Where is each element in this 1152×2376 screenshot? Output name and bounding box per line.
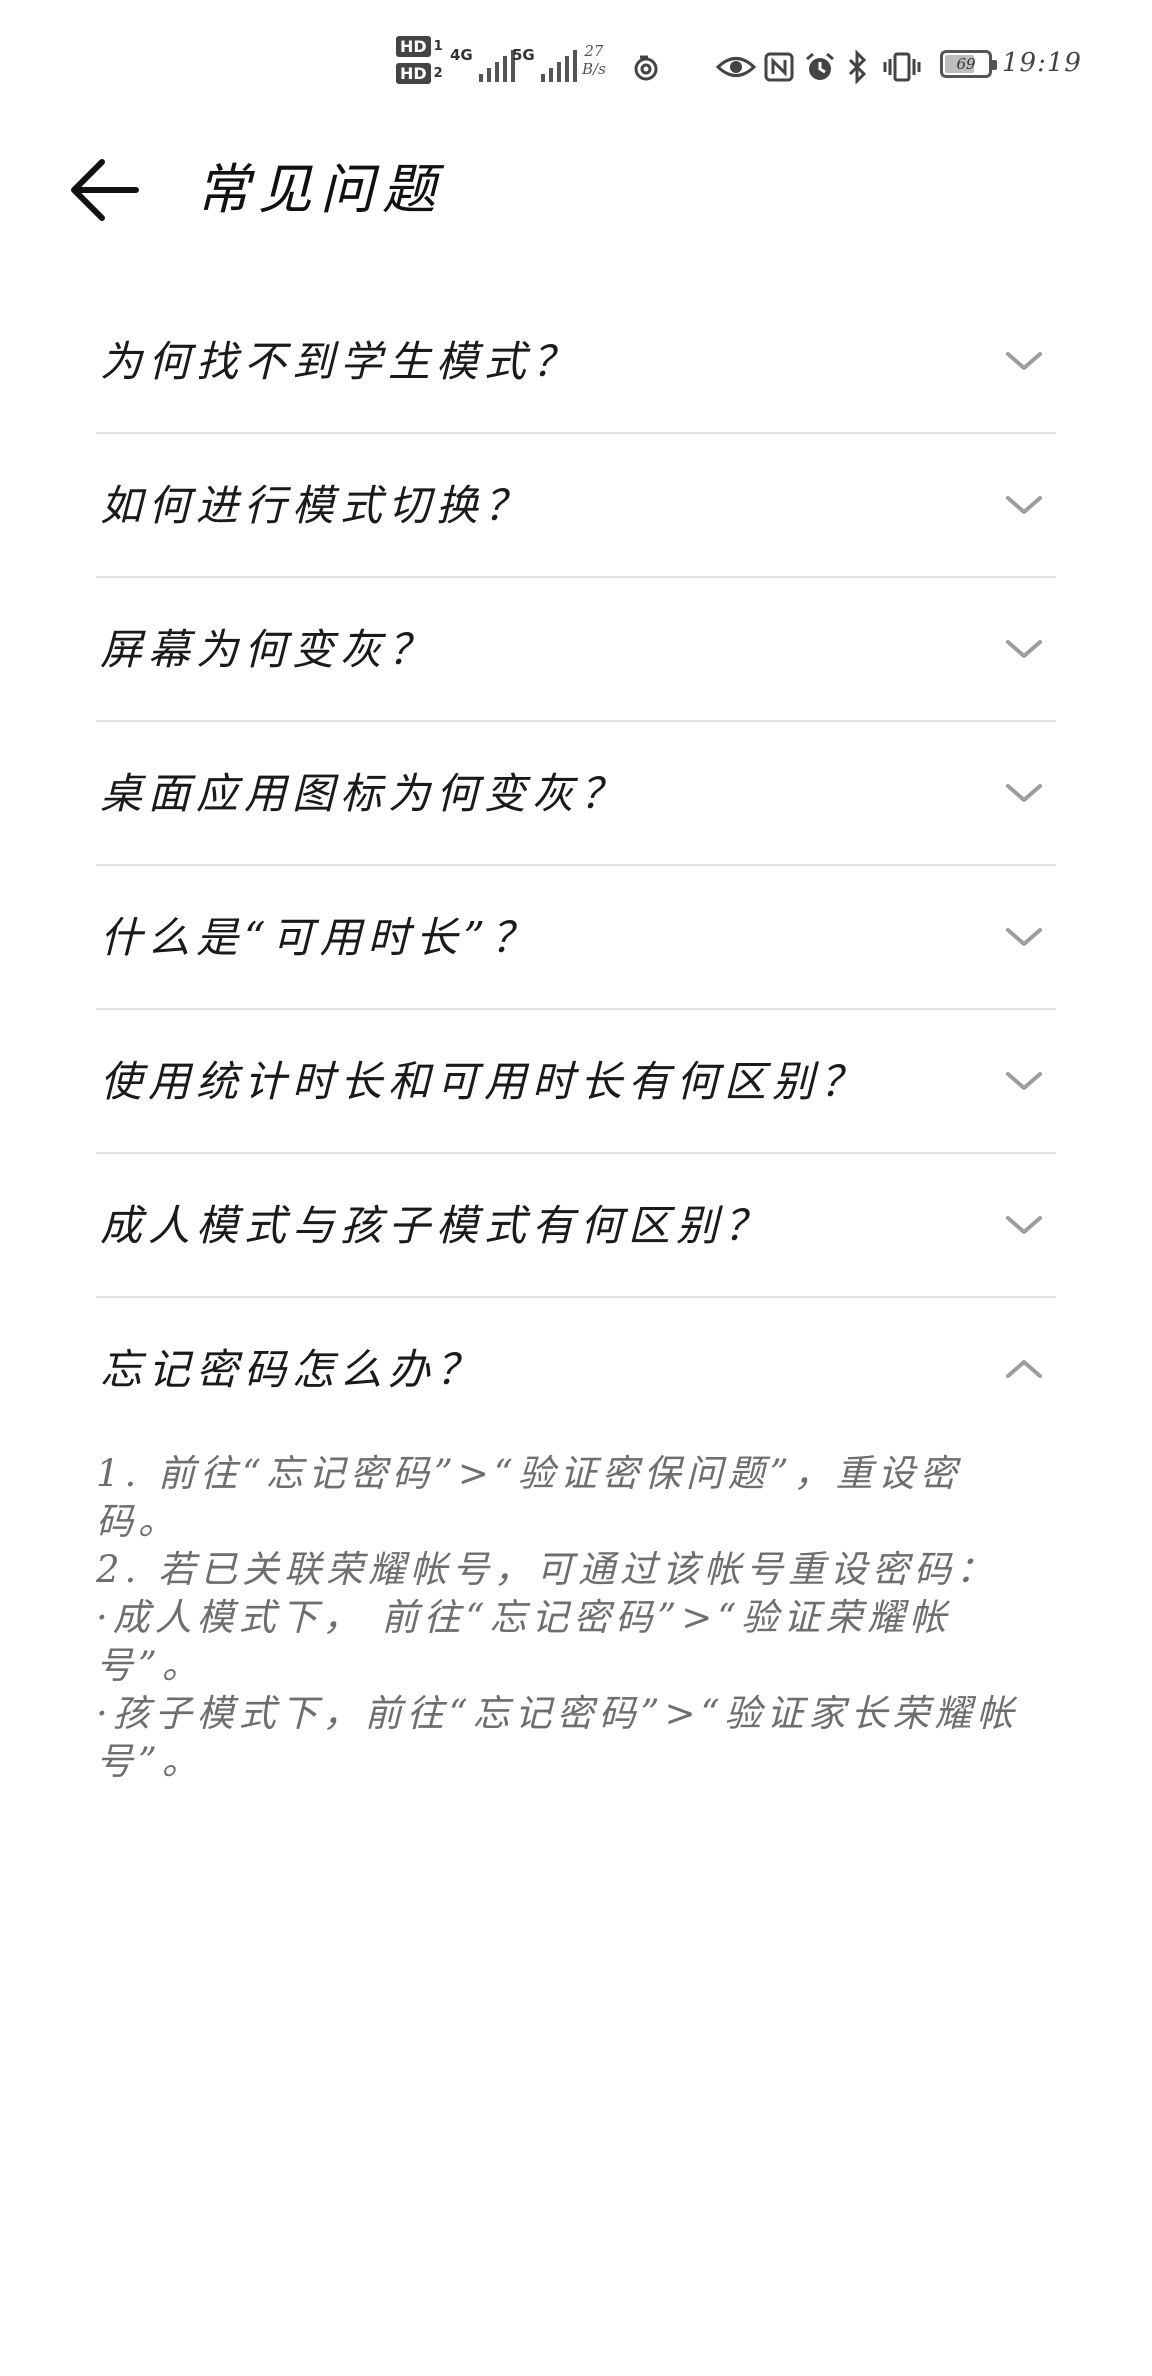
faq-answer-line: 号”。: [96, 1644, 204, 1687]
signal-icon-1: 4G: [450, 46, 515, 82]
faq-item-expanded: 忘记密码怎么办？ 1. 前往“忘记密码”>“验证密保问题”，重设密 码。 2. …: [0, 1298, 1152, 1786]
faq-question: 桌面应用图标为何变灰？: [100, 769, 629, 818]
speed-unit: B/s: [582, 60, 606, 78]
faq-question: 如何进行模式切换？: [100, 481, 533, 530]
sim1-badge: HD 1: [396, 36, 443, 57]
hotspot-icon: [630, 42, 662, 92]
faq-answer-line: ·成人模式下， 前往“忘记密码”>“验证荣耀帐: [96, 1596, 952, 1639]
sim2-index: 2: [433, 66, 443, 81]
faq-list: 为何找不到学生模式？ 如何进行模式切换？ 屏幕为何变灰？ 桌面应用图标为何变灰？: [0, 290, 1152, 1786]
nfc-icon: [764, 42, 794, 92]
chevron-down-icon: [1006, 1216, 1042, 1234]
faq-item: 屏幕为何变灰？: [0, 578, 1152, 722]
chevron-down-icon: [1006, 352, 1042, 370]
faq-question-row[interactable]: 使用统计时长和可用时长有何区别？: [96, 1010, 1056, 1154]
faq-item: 使用统计时长和可用时长有何区别？: [0, 1010, 1152, 1154]
alarm-icon: [804, 42, 836, 92]
network1-label: 4G: [450, 46, 473, 64]
signal-icon-2: 5G: [512, 46, 577, 82]
eye-icon: [716, 42, 756, 92]
sim2-badge: HD 2: [396, 63, 443, 84]
battery-level: 69: [956, 55, 976, 73]
status-bar: HD 1 HD 2 4G 5G 27 B/s 69 19:19: [0, 0, 1152, 130]
sim1-index: 1: [433, 39, 443, 54]
page-title: 常见问题: [196, 158, 444, 221]
faq-item: 桌面应用图标为何变灰？: [0, 722, 1152, 866]
bluetooth-icon: [846, 42, 870, 92]
faq-question-row[interactable]: 什么是“可用时长”？: [96, 866, 1056, 1010]
arrow-left-icon: [71, 159, 139, 221]
sim1-label: HD: [396, 36, 431, 57]
faq-answer-line: 2. 若已关联荣耀帐号，可通过该帐号重设密码：: [96, 1548, 999, 1591]
status-time: 19:19: [1002, 48, 1082, 78]
faq-question-row[interactable]: 桌面应用图标为何变灰？: [96, 722, 1056, 866]
faq-item: 什么是“可用时长”？: [0, 866, 1152, 1010]
battery-icon: 69: [940, 50, 997, 78]
faq-question-row[interactable]: 屏幕为何变灰？: [96, 578, 1056, 722]
faq-item: 成人模式与孩子模式有何区别？: [0, 1154, 1152, 1298]
faq-question: 什么是“可用时长”？: [100, 913, 539, 962]
network2-label: 5G: [512, 46, 535, 64]
back-button[interactable]: [66, 152, 146, 228]
faq-question-row[interactable]: 如何进行模式切换？: [96, 434, 1056, 578]
speed-value: 27: [584, 42, 604, 60]
faq-answer-line: 1. 前往“忘记密码”>“验证密保问题”，重设密: [96, 1452, 962, 1495]
faq-answer-line: ·孩子模式下，前往“忘记密码”>“验证家长荣耀帐: [96, 1692, 1019, 1735]
faq-question-row[interactable]: 忘记密码怎么办？: [96, 1298, 1056, 1442]
faq-question: 为何找不到学生模式？: [100, 337, 581, 386]
sim-badges: HD 1 HD 2: [396, 36, 443, 84]
faq-answer: 1. 前往“忘记密码”>“验证密保问题”，重设密 码。 2. 若已关联荣耀帐号，…: [96, 1442, 1056, 1786]
faq-question: 忘记密码怎么办？: [100, 1345, 485, 1394]
faq-question-row[interactable]: 为何找不到学生模式？: [96, 290, 1056, 434]
faq-question: 成人模式与孩子模式有何区别？: [100, 1201, 773, 1250]
chevron-up-icon: [1006, 1360, 1042, 1378]
faq-answer-line: 码。: [96, 1500, 180, 1543]
header: 常见问题: [0, 140, 1152, 240]
faq-question: 屏幕为何变灰？: [100, 625, 437, 674]
chevron-down-icon: [1006, 928, 1042, 946]
chevron-down-icon: [1006, 1072, 1042, 1090]
chevron-down-icon: [1006, 640, 1042, 658]
chevron-down-icon: [1006, 784, 1042, 802]
network-speed: 27 B/s: [582, 42, 606, 92]
sim2-label: HD: [396, 63, 431, 84]
faq-answer-line: 号”。: [96, 1740, 204, 1783]
vibrate-icon: [882, 42, 922, 92]
faq-item: 为何找不到学生模式？: [0, 290, 1152, 434]
faq-question: 使用统计时长和可用时长有何区别？: [100, 1057, 869, 1106]
faq-item: 如何进行模式切换？: [0, 434, 1152, 578]
chevron-down-icon: [1006, 496, 1042, 514]
faq-question-row[interactable]: 成人模式与孩子模式有何区别？: [96, 1154, 1056, 1298]
